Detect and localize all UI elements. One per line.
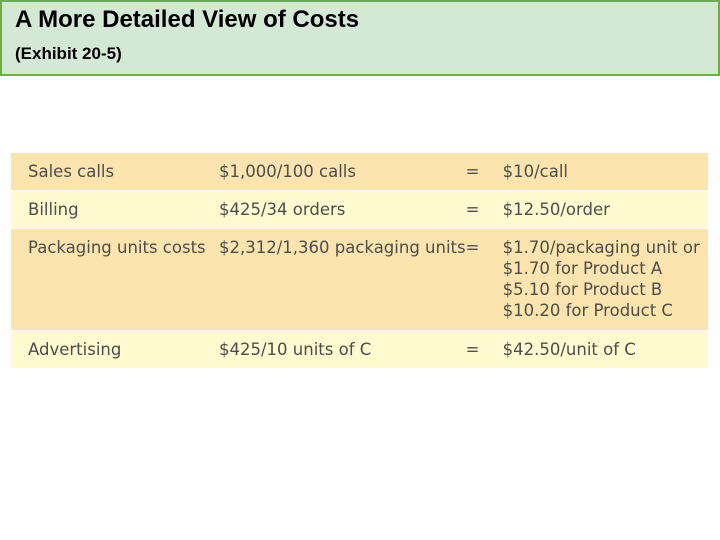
table-row: Sales calls $1,000/100 calls = $10/call [11, 153, 708, 191]
calculation-text: $425/10 units of C [219, 340, 372, 359]
calculation-text: $425/34 orders [219, 200, 346, 219]
calculation-cell: $1,000/100 calls [219, 153, 466, 191]
equals-cell: = [466, 153, 503, 191]
calculation-text: $1,000/100 calls [219, 162, 356, 181]
result-cell: $1.70/packaging unit or $1.70 for Produc… [502, 228, 708, 331]
equals-sign: = [465, 340, 480, 359]
header-box: A More Detailed View of Costs (Exhibit 2… [0, 0, 720, 76]
equals-sign: = [465, 162, 480, 181]
result-line: $10.20 for Product C [502, 301, 673, 320]
cost-item-cell: Advertising [11, 330, 219, 368]
calculation-cell: $425/10 units of C [219, 330, 466, 368]
result-line: $42.50/unit of C [502, 340, 636, 359]
result-cell: $42.50/unit of C [502, 330, 708, 368]
calculation-cell: $2,312/1,360 packaging units [219, 228, 466, 331]
equals-sign: = [465, 200, 480, 219]
table-row: Advertising $425/10 units of C = $42.50/… [11, 330, 708, 368]
table-row: Packaging units costs $2,312/1,360 packa… [11, 228, 708, 331]
result-line: $10/call [502, 162, 569, 181]
result-line: $5.10 for Product B [502, 280, 663, 299]
result-line: $1.70 for Product A [502, 259, 663, 278]
result-line: $12.50/order [502, 200, 610, 219]
cost-item-cell: Sales calls [11, 153, 219, 191]
cost-item-cell: Billing [11, 190, 219, 229]
equals-sign: = [465, 238, 480, 257]
cost-item-label: Packaging units costs [28, 238, 206, 257]
page-subtitle: (Exhibit 20-5) [15, 44, 122, 63]
equals-cell: = [465, 190, 503, 229]
equals-cell: = [465, 330, 503, 368]
result-line: $1.70/packaging unit or [502, 238, 700, 257]
cost-table: Sales calls $1,000/100 calls = $10/call … [11, 153, 708, 368]
table-row: Billing $425/34 orders = $12.50/order [11, 190, 708, 229]
calculation-cell: $425/34 orders [219, 190, 466, 229]
page-title: A More Detailed View of Costs [15, 6, 360, 33]
equals-cell: = [465, 228, 503, 331]
result-cell: $10/call [503, 153, 708, 191]
cost-item-label: Advertising [28, 340, 122, 359]
result-cell: $12.50/order [502, 190, 708, 229]
cost-item-cell: Packaging units costs [11, 228, 219, 331]
cost-item-label: Sales calls [28, 162, 115, 181]
cost-item-label: Billing [28, 200, 79, 219]
calculation-text: $2,312/1,360 packaging units [219, 238, 466, 257]
